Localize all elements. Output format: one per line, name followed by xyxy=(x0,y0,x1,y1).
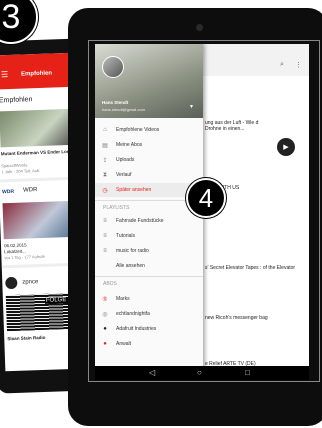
video-thumbnail[interactable] xyxy=(0,108,75,148)
channel-name[interactable]: WDR xyxy=(23,187,38,193)
video-title[interactable]: Sloan Stain Radio xyxy=(7,335,45,341)
channel-name[interactable]: zpnce xyxy=(22,279,38,286)
menu-icon[interactable]: ☰ xyxy=(1,70,8,79)
channel-logo: WDR xyxy=(2,188,15,196)
video-thumbnail[interactable] xyxy=(2,200,78,240)
video-title[interactable]: Lokalzeit... xyxy=(4,249,26,255)
section-title: Empfohlen xyxy=(0,96,33,105)
video-title[interactable]: Mutant Enderman VS Ender Lord - xyxy=(1,149,75,157)
avatar xyxy=(5,276,18,290)
tab-empfohlen[interactable]: Empfohlen xyxy=(21,70,52,77)
video-meta: 1 Jahr · 204 Tsd. Aufr. xyxy=(1,167,41,175)
step-badge-3: 3 xyxy=(0,0,38,44)
video-date: 06.02.2015 xyxy=(3,242,27,249)
video-meta: vor 1 Tag · 177 Aufrufe xyxy=(4,253,45,261)
video-channel: SpatzoffWords xyxy=(1,162,28,169)
step-badge-4: 4 xyxy=(186,178,226,218)
camera-icon xyxy=(196,24,203,31)
app-bar: ☰ Empfohlen xyxy=(0,52,78,90)
